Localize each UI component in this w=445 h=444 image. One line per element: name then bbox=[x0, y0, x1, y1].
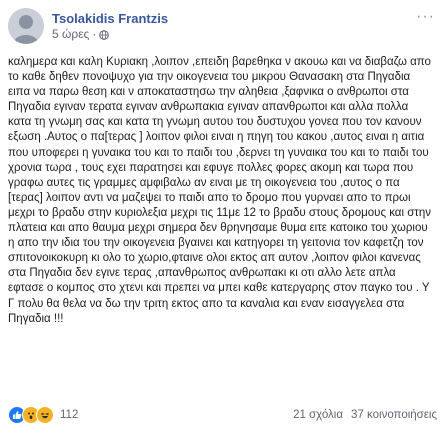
post-stats: 21 σχόλια 37 κοινοποιήσεις bbox=[293, 409, 437, 421]
shares-count[interactable]: 37 κοινοποιήσεις bbox=[351, 409, 437, 421]
post-time[interactable]: 5 ώρες bbox=[52, 27, 89, 42]
post-meta: Tsolakidis Frantzis 5 ώρες · bbox=[52, 11, 168, 42]
facebook-post: Tsolakidis Frantzis 5 ώρες · ··· καλημερ… bbox=[0, 0, 445, 444]
avatar[interactable] bbox=[8, 8, 44, 44]
reactions-summary[interactable]: 112 bbox=[8, 406, 78, 424]
post-header: Tsolakidis Frantzis 5 ώρες · bbox=[8, 8, 168, 44]
reactions-count[interactable]: 112 bbox=[60, 409, 78, 421]
timestamp-row: 5 ώρες · bbox=[52, 27, 168, 42]
haha-icon bbox=[36, 406, 54, 424]
author-name[interactable]: Tsolakidis Frantzis bbox=[52, 11, 168, 27]
comments-count[interactable]: 21 σχόλια bbox=[293, 409, 343, 421]
globe-icon bbox=[99, 29, 110, 40]
post-text: καλημερα και καλη Κυριακη ,λοιπον ,επειδ… bbox=[8, 56, 435, 325]
more-options-icon[interactable]: ··· bbox=[416, 9, 435, 25]
post-footer: 112 21 σχόλια 37 κοινοποιήσεις bbox=[8, 404, 437, 426]
time-separator: · bbox=[92, 26, 97, 41]
